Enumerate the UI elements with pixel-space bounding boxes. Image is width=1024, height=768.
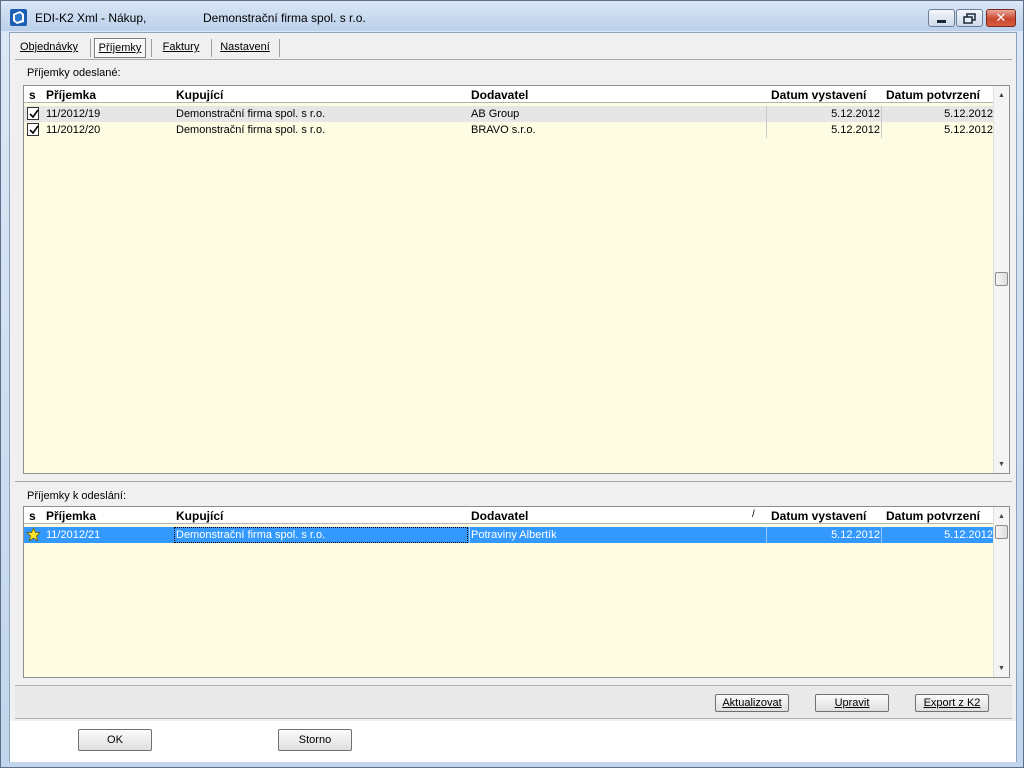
sort-indicator-icon: / (752, 509, 755, 520)
column-header-prijemka[interactable]: Příjemka (46, 88, 96, 102)
cell-dodavatel: BRAVO s.r.o. (471, 124, 536, 136)
tab-bar: Objednávky Příjemky Faktury Nastavení (10, 33, 1016, 59)
column-header-dodavatel[interactable]: Dodavatel (471, 88, 528, 102)
column-header-prijemka[interactable]: Příjemka (46, 509, 96, 523)
table-row[interactable]: 11/2012/20 Demonstrační firma spol. s r.… (24, 122, 995, 138)
column-header-s[interactable]: s (29, 509, 36, 523)
grid-header: s Příjemka Kupující Dodavatel Datum vyst… (24, 86, 995, 103)
cell-prijemka: 11/2012/20 (46, 124, 101, 136)
table-row[interactable]: 11/2012/19 Demonstrační firma spol. s r.… (24, 106, 995, 122)
checkbox-checked-icon (27, 123, 39, 136)
close-button[interactable]: ✕ (986, 9, 1016, 27)
cell-datum-potvrzeni: 5.12.2012 (944, 108, 993, 120)
scroll-up-icon[interactable]: ▲ (994, 509, 1009, 523)
column-divider (881, 122, 882, 138)
cell-dodavatel: Potraviny Albertík (471, 529, 557, 541)
app-icon (10, 9, 27, 26)
table-row[interactable]: 11/2012/21 Demonstrační firma spol. s r.… (24, 527, 995, 543)
cell-kupujici: Demonstrační firma spol. s r.o. (176, 108, 326, 120)
tab-faktury[interactable]: Faktury (156, 38, 206, 58)
scroll-up-icon[interactable]: ▲ (994, 88, 1009, 102)
close-icon: ✕ (995, 10, 1007, 25)
cell-kupujici: Demonstrační firma spol. s r.o. (176, 124, 326, 136)
minimize-button[interactable] (928, 9, 955, 27)
scroll-down-icon[interactable]: ▼ (994, 661, 1009, 675)
action-bar: Aktualizovat Upravit Export z K2 (15, 685, 1012, 719)
cell-datum-potvrzeni: 5.12.2012 (944, 529, 993, 541)
cell-datum-vystaveni: 5.12.2012 (831, 529, 880, 541)
window-title: EDI-K2 Xml - Nákup, (35, 11, 147, 25)
vertical-scrollbar[interactable]: ▲ ▼ (993, 507, 1009, 677)
column-header-s[interactable]: s (29, 88, 36, 102)
scroll-down-icon[interactable]: ▼ (994, 457, 1009, 471)
cell-kupujici: Demonstrační firma spol. s r.o. (176, 529, 326, 541)
tab-divider (90, 39, 91, 57)
cell-datum-vystaveni: 5.12.2012 (831, 108, 880, 120)
column-header-kupujici[interactable]: Kupující (176, 509, 223, 523)
tab-divider (211, 39, 212, 57)
column-divider (881, 106, 882, 122)
column-header-datum-potvrzeni[interactable]: Datum potvrzení (886, 88, 980, 102)
column-divider (469, 527, 470, 543)
aktualizovat-button[interactable]: Aktualizovat (715, 694, 789, 712)
column-divider (766, 122, 767, 138)
sent-grid[interactable]: s Příjemka Kupující Dodavatel Datum vyst… (23, 85, 1010, 474)
scroll-thumb[interactable] (995, 525, 1008, 539)
star-icon (26, 527, 41, 542)
cell-datum-vystaveni: 5.12.2012 (831, 124, 880, 136)
cell-datum-potvrzeni: 5.12.2012 (944, 124, 993, 136)
tab-nastaveni[interactable]: Nastavení (216, 38, 274, 58)
column-divider (766, 106, 767, 122)
column-divider (881, 527, 882, 543)
export-button[interactable]: Export z K2 (915, 694, 989, 712)
ok-button[interactable]: OK (78, 729, 152, 751)
pending-grid[interactable]: s Příjemka Kupující Dodavatel / Datum vy… (23, 506, 1010, 678)
column-header-dodavatel[interactable]: Dodavatel (471, 509, 528, 523)
tab-prijemky[interactable]: Příjemky (94, 38, 146, 58)
dialog-button-area: OK Storno (10, 721, 1016, 762)
client-area: Objednávky Příjemky Faktury Nastavení Př… (9, 32, 1017, 762)
column-header-kupujici[interactable]: Kupující (176, 88, 223, 102)
pending-panel-title: Příjemky k odeslání: (27, 490, 127, 502)
title-bar[interactable]: EDI-K2 Xml - Nákup, Demonstrační firma s… (1, 1, 1023, 31)
window-company: Demonstrační firma spol. s r.o. (203, 11, 366, 25)
tab-divider (151, 39, 152, 57)
restore-icon (957, 10, 982, 26)
tab-objednavky[interactable]: Objednávky (14, 38, 84, 58)
column-header-datum-vystaveni[interactable]: Datum vystavení (771, 88, 866, 102)
cell-prijemka: 11/2012/21 (46, 529, 101, 541)
column-header-datum-vystaveni[interactable]: Datum vystavení (771, 509, 866, 523)
minimize-icon (929, 10, 954, 26)
column-header-datum-potvrzeni[interactable]: Datum potvrzení (886, 509, 980, 523)
restore-button[interactable] (956, 9, 983, 27)
vertical-scrollbar[interactable]: ▲ ▼ (993, 86, 1009, 473)
storno-button[interactable]: Storno (278, 729, 352, 751)
cell-dodavatel: AB Group (471, 108, 520, 120)
scroll-thumb[interactable] (995, 272, 1008, 286)
grid-header: s Příjemka Kupující Dodavatel / Datum vy… (24, 507, 995, 524)
main-window: EDI-K2 Xml - Nákup, Demonstrační firma s… (0, 0, 1024, 768)
sent-panel-title: Příjemky odeslané: (27, 67, 121, 79)
cell-prijemka: 11/2012/19 (46, 108, 101, 120)
checkbox-checked-icon (27, 107, 39, 120)
tab-divider (279, 39, 280, 57)
upravit-button[interactable]: Upravit (815, 694, 889, 712)
column-divider (766, 527, 767, 543)
